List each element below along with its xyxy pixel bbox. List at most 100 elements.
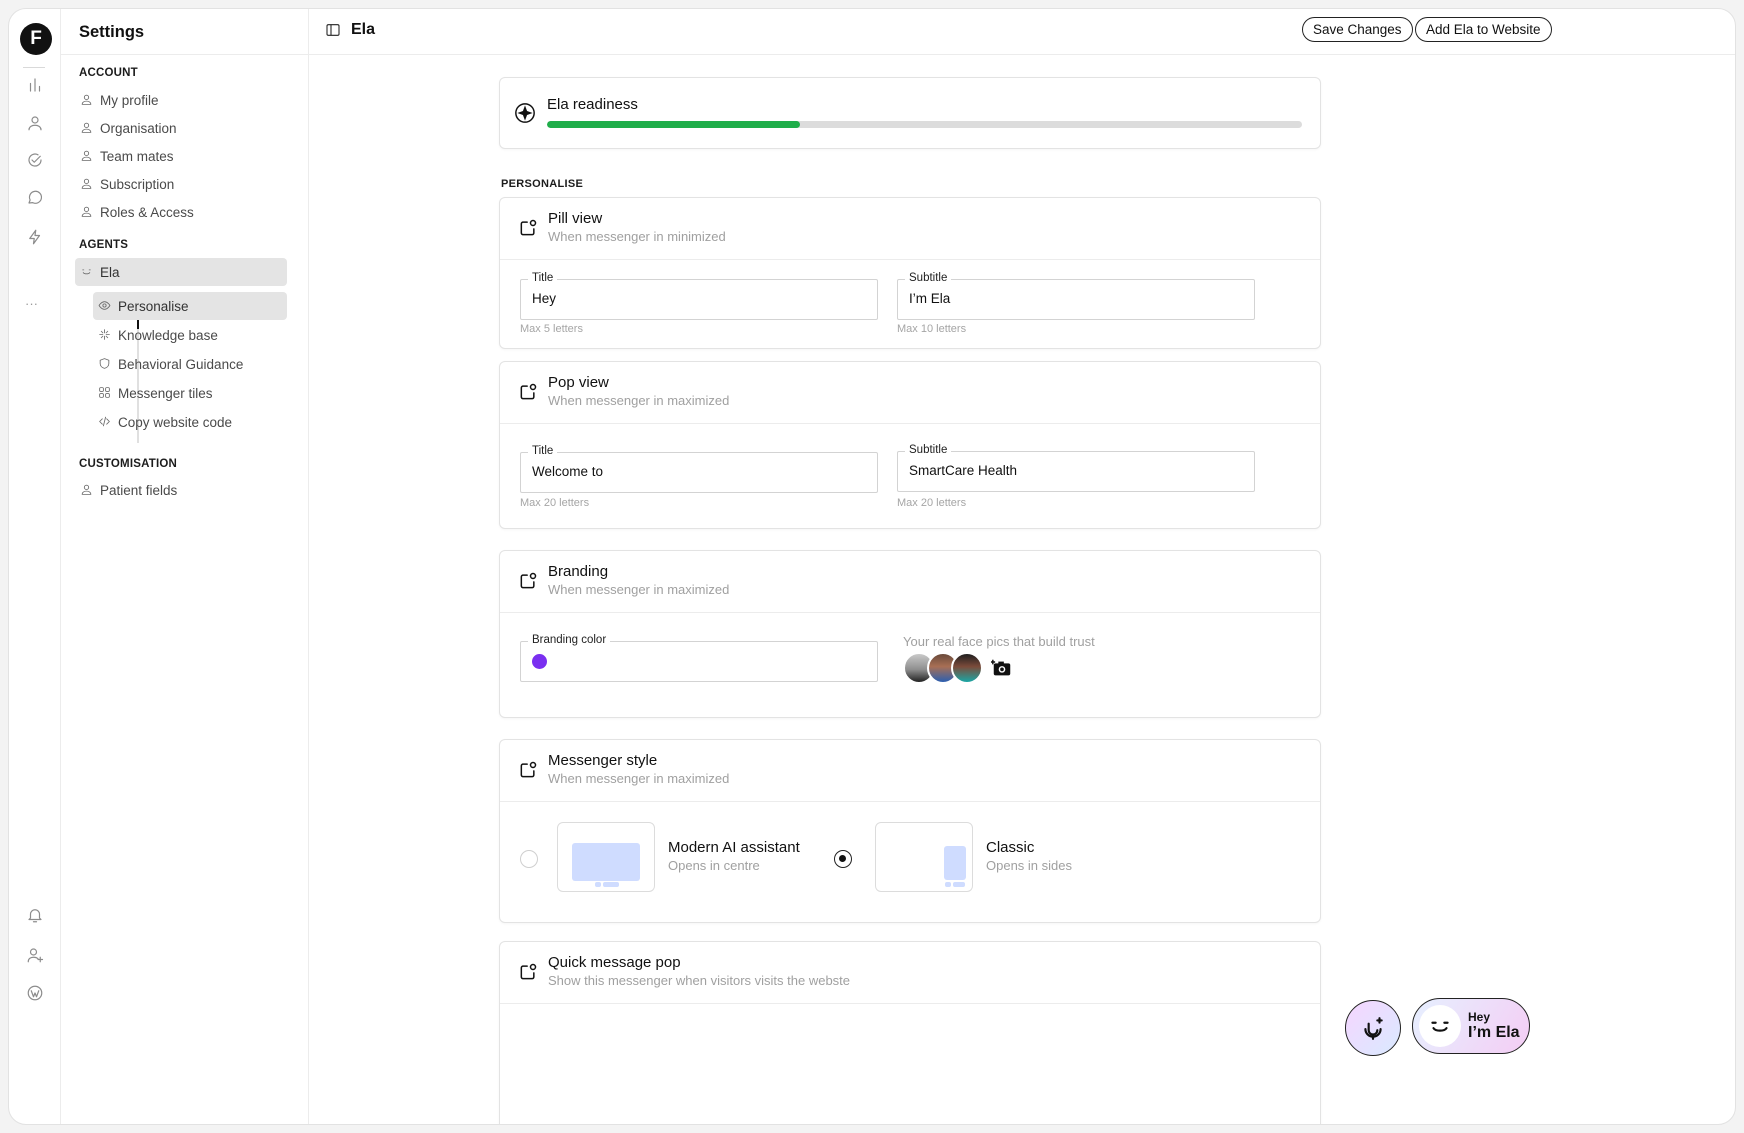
card-subtitle: Show this messenger when visitors visits… (548, 973, 851, 988)
card-subtitle: When messenger in minimized (548, 229, 726, 244)
style-option-name: Modern AI assistant (668, 839, 800, 856)
card-header: Quick message pop Show this messenger wh… (500, 942, 1320, 1004)
pop-subtitle-input[interactable] (909, 463, 1239, 478)
readiness-title: Ela readiness (547, 96, 638, 113)
sidebar-item-label: Messenger tiles (118, 385, 213, 401)
voice-assistant-button[interactable] (1345, 1000, 1401, 1056)
field-label: Subtitle (905, 272, 952, 284)
card-header: Messenger style When messenger in maximi… (500, 740, 1320, 802)
sidebar-item-subscription[interactable]: Subscription (75, 170, 287, 198)
card-title: Messenger style (548, 752, 658, 769)
sidebar-item-label: Subscription (100, 176, 175, 192)
pill-title-input[interactable] (532, 291, 862, 306)
avatar[interactable] (951, 652, 983, 684)
pill-subtitle-field[interactable]: Subtitle (897, 272, 1255, 320)
bolt-icon[interactable] (23, 225, 47, 249)
more-icon[interactable]: ··· (25, 296, 38, 311)
check-badge-icon[interactable] (23, 148, 47, 172)
smile-icon (1419, 1005, 1461, 1047)
sidebar-item-my-profile[interactable]: My profile (75, 86, 287, 114)
customisation-section-label: CUSTOMISATION (79, 458, 178, 470)
card-subtitle: When messenger in maximized (548, 771, 730, 786)
sidebar-item-knowledge-base[interactable]: Knowledge base (93, 321, 287, 349)
app-window: F ··· Settings ACCOUNT My profile Organi… (8, 8, 1736, 1125)
sidebar-item-label: Team mates (100, 148, 174, 164)
sidebar-item-organisation[interactable]: Organisation (75, 114, 287, 142)
field-hint: Max 20 letters (897, 497, 967, 509)
mic-sparkle-icon (1364, 1017, 1383, 1040)
card-header: Pop view When messenger in maximized (500, 362, 1320, 424)
sidebar-item-behavioral-guidance[interactable]: Behavioral Guidance (93, 350, 287, 378)
pill-title-field[interactable]: Title (520, 272, 878, 320)
add-user-icon[interactable] (23, 943, 47, 967)
grid-icon (98, 386, 112, 400)
chat-icon[interactable] (23, 185, 47, 209)
readiness-progress-fill (547, 121, 800, 128)
app-logo[interactable]: F (20, 23, 52, 55)
save-changes-button[interactable]: Save Changes (1302, 17, 1413, 42)
sidebar-item-label: Ela (100, 264, 120, 280)
pop-subtitle-field[interactable]: Subtitle (897, 444, 1255, 492)
sidebar-item-label: My profile (100, 92, 159, 108)
pop-title-field[interactable]: Title (520, 445, 878, 493)
pop-view-card: Pop view When messenger in maximized Tit… (499, 361, 1321, 529)
page-title: Ela (351, 21, 376, 38)
agents-section-label: AGENTS (79, 239, 129, 251)
sidebar-item-ela[interactable]: Ela (75, 258, 287, 286)
sidebar-item-messenger-tiles[interactable]: Messenger tiles (93, 379, 287, 407)
sidebar-item-label: Knowledge base (118, 327, 218, 343)
modern-style-radio[interactable] (520, 850, 538, 868)
user-icon (80, 205, 94, 219)
readiness-progress-bar (547, 121, 1302, 128)
puzzle-icon (98, 328, 112, 342)
user-icon (80, 149, 94, 163)
pill-title: Hey (1468, 1010, 1491, 1024)
card-subtitle: When messenger in maximized (548, 393, 730, 408)
classic-style-radio[interactable] (834, 850, 852, 868)
messenger-style-card: Messenger style When messenger in maximi… (499, 739, 1321, 923)
bar-chart-icon[interactable] (23, 73, 47, 97)
breadcrumb: Ela (325, 21, 375, 39)
widget-icon (518, 760, 538, 780)
branding-color-field[interactable]: Branding color (520, 634, 878, 682)
sidebar-item-team-mates[interactable]: Team mates (75, 142, 287, 170)
add-to-website-button[interactable]: Add Ela to Website (1415, 17, 1552, 42)
pill-subtitle-input[interactable] (909, 291, 1239, 306)
field-hint: Max 5 letters (520, 323, 583, 335)
sidebar-item-copy-website-code[interactable]: Copy website code (93, 408, 287, 436)
field-label: Title (528, 445, 558, 457)
sidebar-item-label: Patient fields (100, 482, 178, 498)
widget-icon (518, 218, 538, 238)
modern-style-preview[interactable] (557, 822, 655, 892)
messenger-pill[interactable]: Hey I’m Ela (1412, 998, 1530, 1054)
readiness-card: Ela readiness (499, 77, 1321, 149)
sidebar-toggle-icon[interactable] (325, 22, 341, 38)
preview-dot (603, 882, 619, 887)
settings-sidebar: Settings ACCOUNT My profile Organisation… (61, 9, 309, 1124)
shield-icon (98, 357, 112, 371)
sidebar-item-label: Copy website code (118, 414, 233, 430)
eye-icon (98, 299, 112, 313)
personalise-section-label: PERSONALISE (501, 178, 584, 190)
widget-icon (518, 571, 538, 591)
preview-dot (945, 882, 951, 887)
wordpress-icon[interactable] (23, 981, 47, 1005)
classic-style-preview[interactable] (875, 822, 973, 892)
preview-dot (953, 882, 965, 887)
add-photo-icon[interactable] (990, 657, 1013, 679)
pop-title-input[interactable] (532, 464, 862, 479)
user-icon (80, 121, 94, 135)
quick-message-pop-card: Quick message pop Show this messenger wh… (499, 941, 1321, 1124)
icon-rail: F ··· (9, 9, 61, 1124)
bell-icon[interactable] (23, 903, 47, 927)
user-icon[interactable] (23, 111, 47, 135)
rail-divider (23, 67, 45, 68)
sidebar-item-roles-access[interactable]: Roles & Access (75, 198, 287, 226)
color-swatch[interactable] (532, 654, 547, 669)
branding-card: Branding When messenger in maximized Bra… (499, 550, 1321, 718)
card-title: Branding (548, 563, 609, 580)
sidebar-item-personalise[interactable]: Personalise (93, 292, 287, 320)
sidebar-item-patient-fields[interactable]: Patient fields (75, 476, 287, 504)
pill-view-card: Pill view When messenger in minimized Ti… (499, 197, 1321, 349)
sidebar-item-label: Roles & Access (100, 204, 194, 220)
